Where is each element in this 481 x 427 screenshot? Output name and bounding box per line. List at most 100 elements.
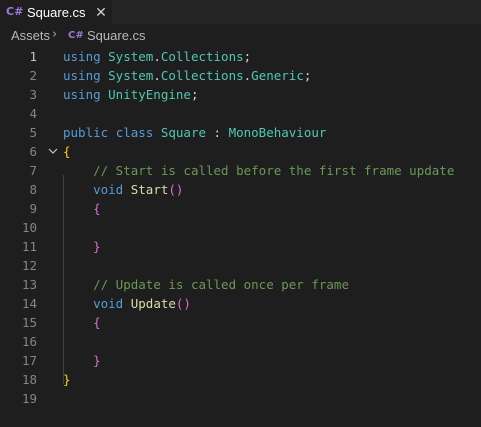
code-token: UnityEngine	[108, 87, 191, 102]
code-token: Collections	[160, 68, 244, 83]
breadcrumb-file[interactable]: Square.cs	[87, 28, 146, 44]
code-token: {	[63, 144, 71, 159]
code-line[interactable]: 9 {	[0, 199, 481, 218]
code-token: ;	[190, 87, 199, 102]
code-line[interactable]: 3 using UnityEngine;	[0, 85, 481, 104]
code-token: // Start is called before the first fram…	[93, 163, 455, 178]
line-number: 1	[29, 49, 37, 64]
line-number: 19	[21, 391, 37, 406]
code-line[interactable]: 13 // Update is called once per frame	[0, 275, 481, 294]
chevron-right-icon: ›	[52, 27, 58, 42]
line-number: 9	[29, 201, 37, 216]
code-token: Square	[160, 125, 206, 140]
code-line[interactable]: 7 // Start is called before the first fr…	[0, 161, 481, 180]
code-line[interactable]: 6{	[0, 142, 481, 161]
code-text: // Start is called before the first fram…	[63, 161, 454, 180]
code-text: {	[63, 199, 101, 218]
code-text: using System.Collections;	[63, 47, 251, 66]
code-token: }	[93, 239, 101, 254]
code-text: public class Square : MonoBehaviour	[63, 123, 326, 142]
code-token: Collections	[160, 49, 244, 64]
code-token: class	[115, 125, 161, 140]
code-token: {	[93, 201, 101, 216]
line-number: 10	[21, 220, 37, 235]
code-token: Start	[130, 182, 169, 197]
code-line[interactable]: 4	[0, 104, 481, 123]
tab-square-cs[interactable]: C# Square.cs ✕	[0, 0, 112, 24]
line-number: 4	[29, 106, 37, 121]
line-number: 13	[21, 277, 37, 292]
breadcrumb-folder-assets[interactable]: Assets	[11, 28, 50, 44]
code-token: .	[153, 68, 161, 83]
code-line[interactable]: 10	[0, 218, 481, 237]
code-text: }	[63, 370, 71, 389]
fold-chevron-down-icon[interactable]	[46, 144, 60, 158]
code-line[interactable]: 16	[0, 332, 481, 351]
code-line[interactable]: 11 }	[0, 237, 481, 256]
code-token: ()	[168, 182, 184, 197]
line-number: 11	[21, 239, 37, 254]
code-token: Update	[130, 296, 176, 311]
code-token: public	[63, 125, 116, 140]
code-text: void Update()	[63, 294, 191, 313]
csharp-file-icon: C#	[6, 5, 24, 18]
code-text: // Update is called once per frame	[63, 275, 349, 294]
code-token: System	[108, 49, 154, 64]
code-token: ;	[243, 49, 252, 64]
line-number: 14	[21, 296, 37, 311]
code-token: ;	[303, 68, 312, 83]
line-number: 5	[29, 125, 37, 140]
line-number: 12	[21, 258, 37, 273]
code-token: ()	[175, 296, 191, 311]
code-line[interactable]: 1 using System.Collections;	[0, 47, 481, 66]
code-token: MonoBehaviour	[228, 125, 327, 140]
code-token: void	[93, 182, 131, 197]
code-line[interactable]: 2 using System.Collections.Generic;	[0, 66, 481, 85]
line-number: 7	[29, 163, 37, 178]
line-number: 2	[29, 68, 37, 83]
tab-label: Square.cs	[27, 5, 86, 20]
code-text: using System.Collections.Generic;	[63, 66, 311, 85]
code-editor[interactable]: 1 using System.Collections; 2 using System.…	[0, 46, 481, 427]
code-token: :	[206, 125, 229, 140]
code-text: using UnityEngine;	[63, 85, 198, 104]
code-text: }	[63, 351, 101, 370]
code-token: System	[108, 68, 154, 83]
code-token: }	[93, 353, 101, 368]
line-number: 6	[29, 144, 37, 159]
line-number: 3	[29, 87, 37, 102]
line-number: 15	[21, 315, 37, 330]
editor-tab-bar: C# Square.cs ✕	[0, 0, 481, 24]
code-token: using	[63, 87, 109, 102]
code-token: // Update is called once per frame	[93, 277, 349, 292]
code-line[interactable]: 19	[0, 389, 481, 408]
code-line[interactable]: 8 void Start()	[0, 180, 481, 199]
code-line[interactable]: 17 }	[0, 351, 481, 370]
line-number: 16	[21, 334, 37, 349]
code-text: {	[63, 142, 71, 161]
code-token: Generic	[251, 68, 304, 83]
code-token: using	[63, 68, 109, 83]
line-number: 8	[29, 182, 37, 197]
close-icon[interactable]: ✕	[94, 3, 108, 21]
code-token: using	[63, 49, 109, 64]
breadcrumb: Assets › C# Square.cs	[0, 24, 481, 46]
code-line[interactable]: 12	[0, 256, 481, 275]
code-line[interactable]: 14 void Update()	[0, 294, 481, 313]
line-number: 17	[21, 353, 37, 368]
code-token: .	[153, 49, 161, 64]
code-line[interactable]: 15 {	[0, 313, 481, 332]
code-token: }	[63, 372, 71, 387]
code-text: {	[63, 313, 101, 332]
code-line[interactable]: 18}	[0, 370, 481, 389]
code-token: {	[93, 315, 101, 330]
code-line[interactable]: 5 public class Square : MonoBehaviour	[0, 123, 481, 142]
